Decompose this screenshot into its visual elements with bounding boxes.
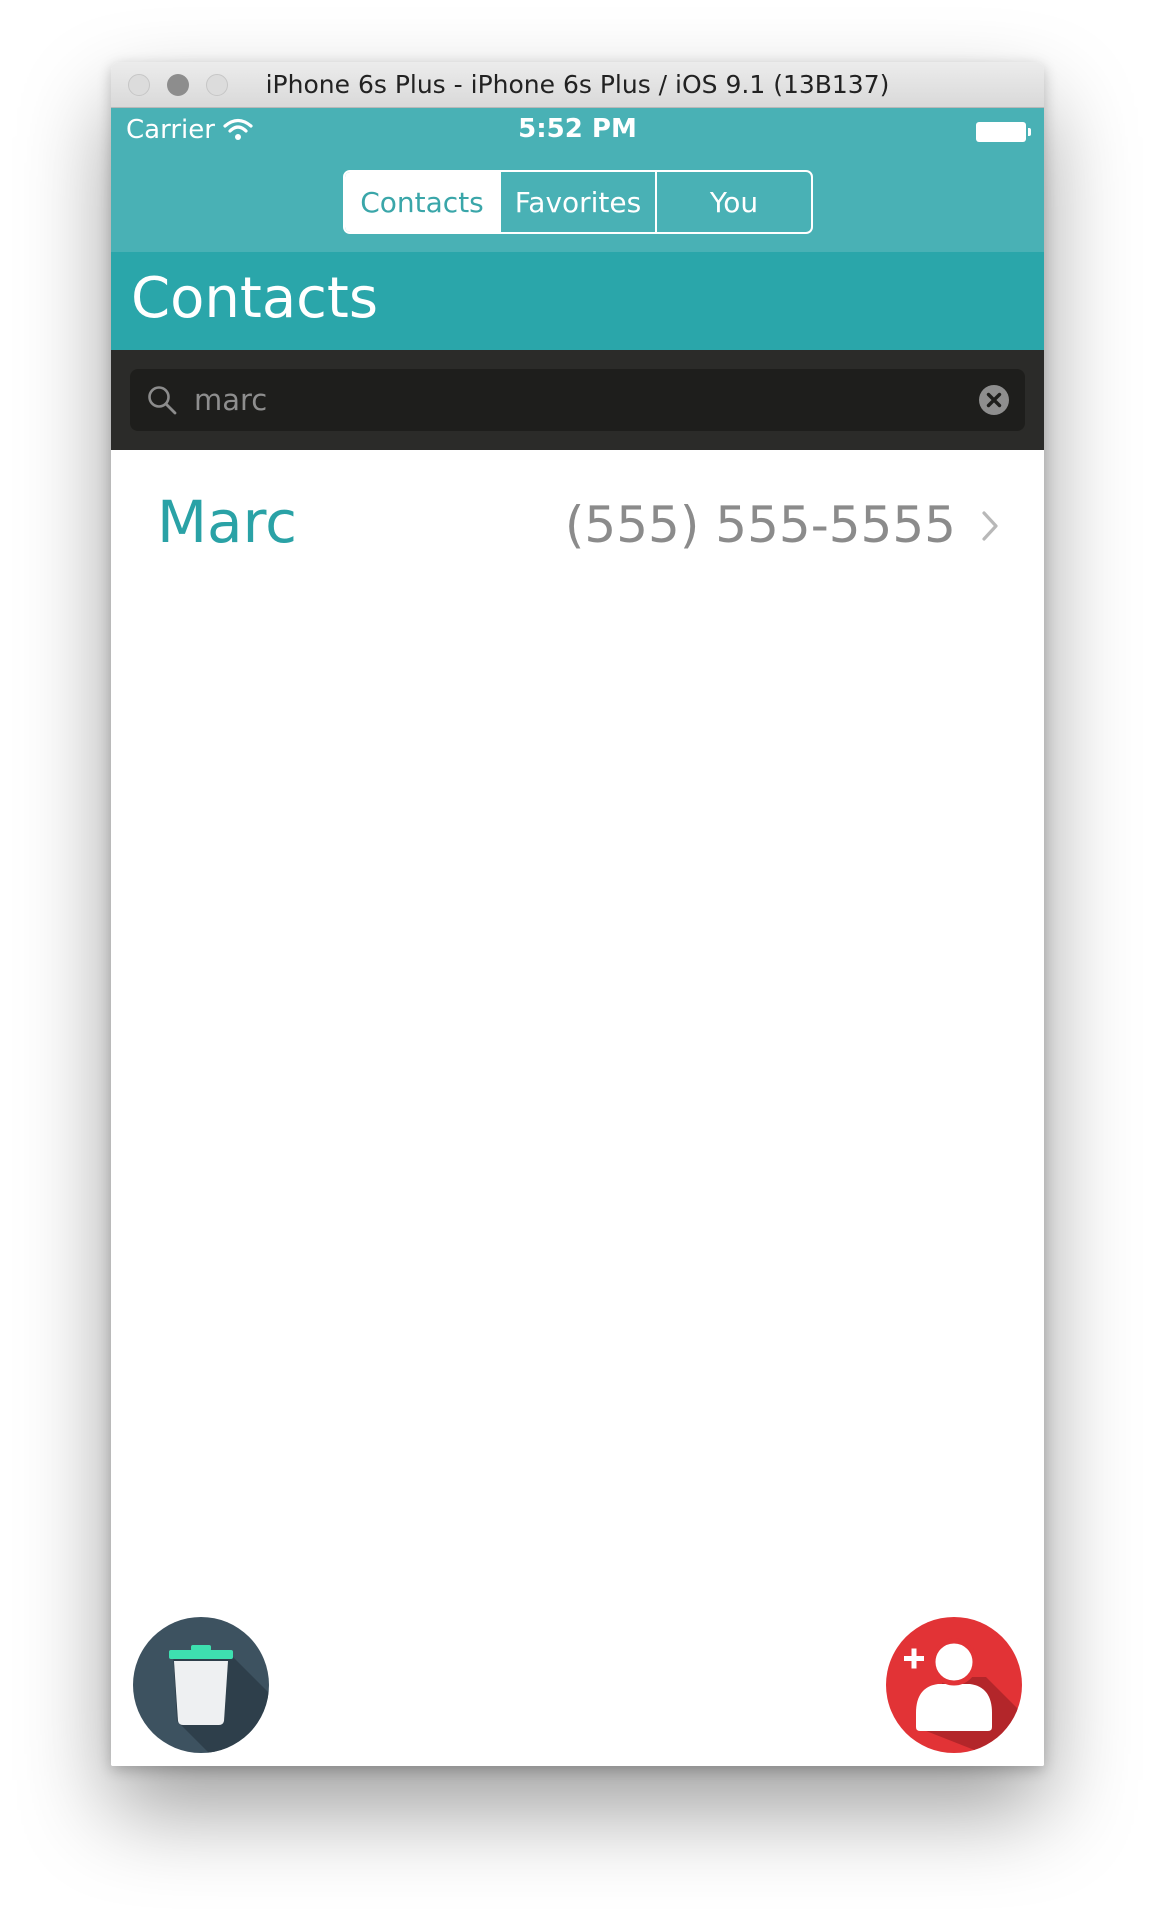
contact-row[interactable]: Marc (555) 555-5555: [111, 450, 1044, 610]
page-title: Contacts: [131, 266, 379, 331]
tab-segmented-control: Contacts Favorites You: [343, 170, 813, 234]
tab-favorites[interactable]: Favorites: [499, 172, 655, 232]
window-title: iPhone 6s Plus - iPhone 6s Plus / iOS 9.…: [265, 70, 890, 99]
trash-icon: [169, 1645, 269, 1753]
page-header: Contacts: [111, 252, 1044, 350]
window-titlebar: iPhone 6s Plus - iPhone 6s Plus / iOS 9.…: [111, 62, 1044, 108]
tab-contacts[interactable]: Contacts: [345, 172, 499, 232]
search-bar: [111, 350, 1044, 450]
device-screen: Carrier 5:52 PM Contacts Favorites You C…: [111, 108, 1044, 1766]
contact-phone: (555) 555-5555: [564, 496, 956, 554]
contact-name: Marc: [157, 488, 298, 556]
search-input[interactable]: [194, 369, 944, 431]
battery-icon: [976, 122, 1031, 142]
tab-you[interactable]: You: [655, 172, 811, 232]
chevron-right-icon: [982, 511, 998, 541]
clear-icon[interactable]: [979, 385, 1009, 415]
navigation-bar: Carrier 5:52 PM Contacts Favorites You: [111, 108, 1044, 252]
status-bar: Carrier 5:52 PM: [111, 108, 1044, 158]
simulator-window: iPhone 6s Plus - iPhone 6s Plus / iOS 9.…: [111, 62, 1044, 1766]
search-icon: [148, 386, 177, 415]
add-contact-button[interactable]: [886, 1617, 1022, 1753]
search-field: [130, 369, 1025, 431]
status-time: 5:52 PM: [518, 114, 637, 144]
add-person-icon: [904, 1638, 1022, 1753]
delete-button[interactable]: [133, 1617, 269, 1753]
